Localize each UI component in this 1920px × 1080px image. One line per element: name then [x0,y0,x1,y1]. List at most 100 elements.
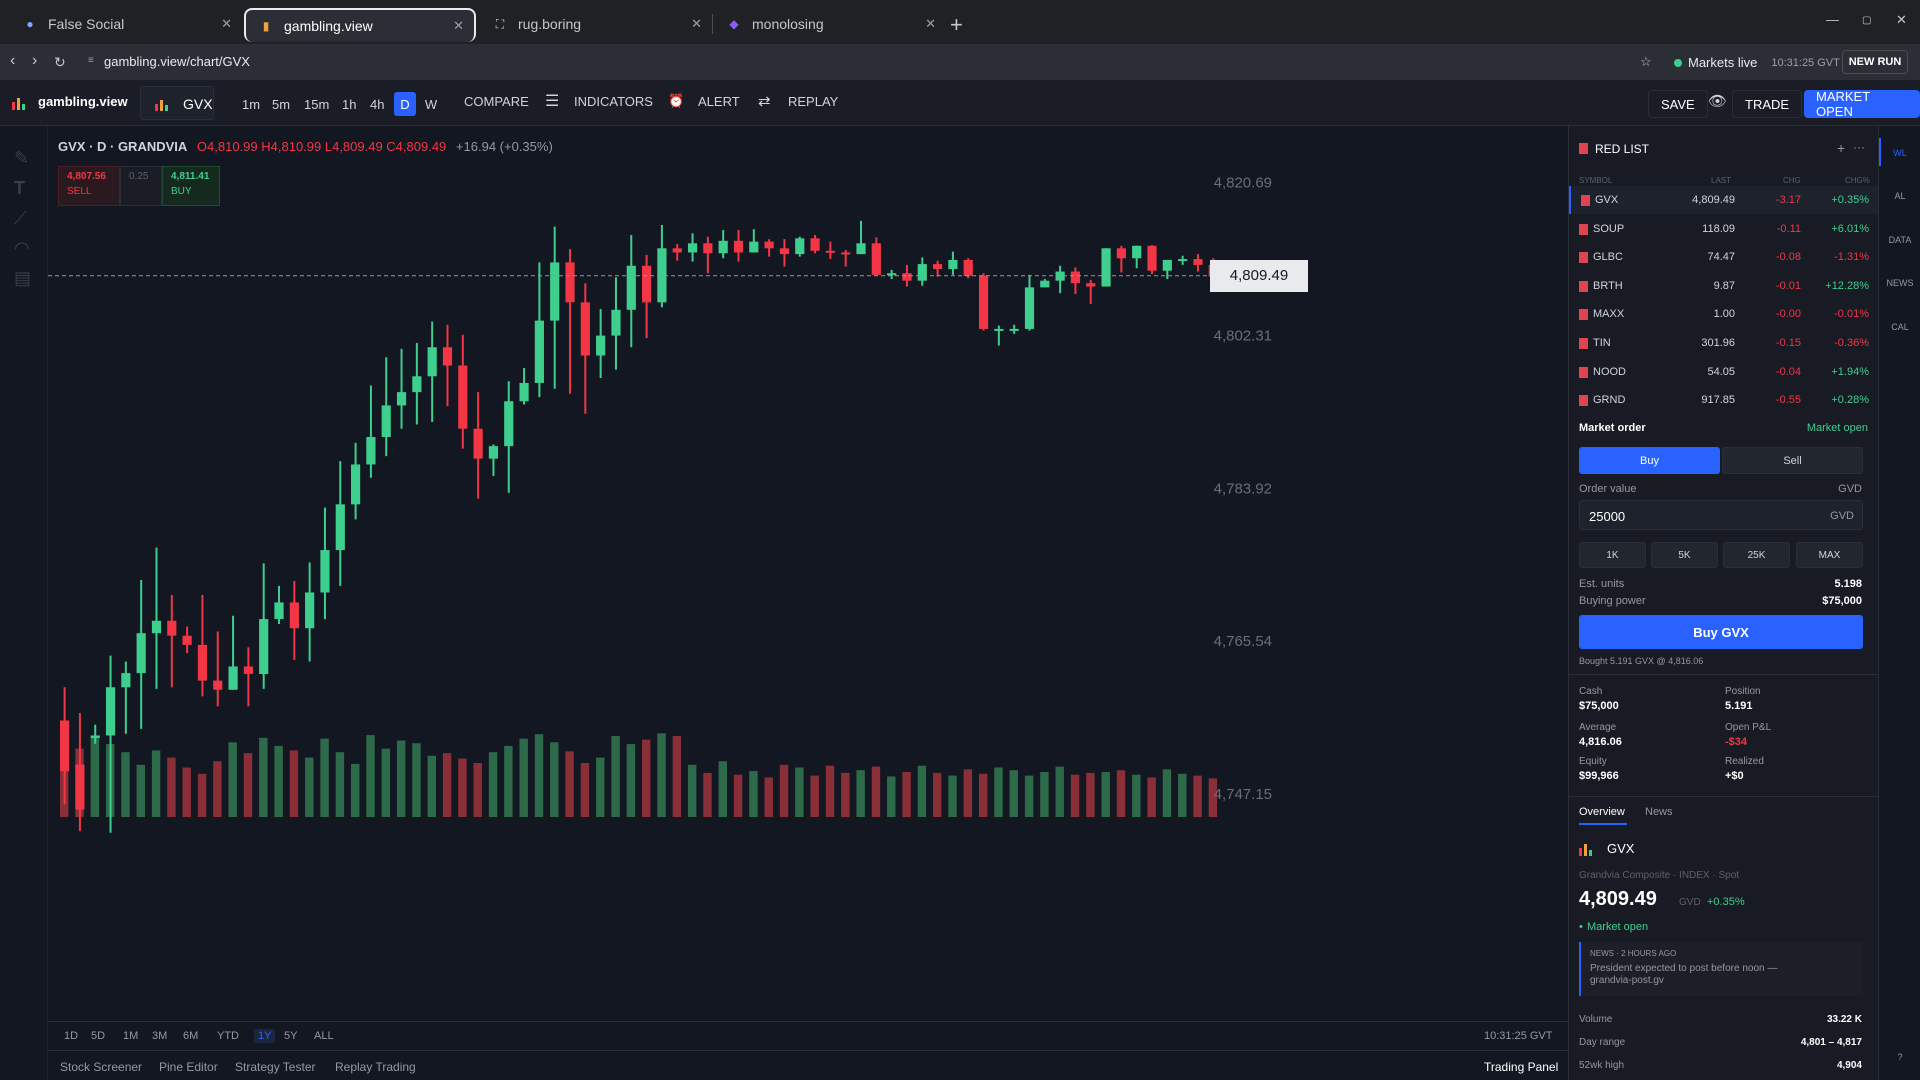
range-5y[interactable]: 5Y [284,1030,297,1042]
ruler-icon[interactable]: ⟋ [14,208,34,228]
chart-panel[interactable]: 4,820.69 4,802.31 4,783.92 4,765.54 4,747.15… [48,126,1568,1021]
order-value-input[interactable]: 25000 GVD [1579,500,1863,530]
sidebar-calendar[interactable]: CAL [1879,322,1920,332]
trading-panel-button[interactable]: Trading Panel [1484,1060,1558,1074]
range-5d[interactable]: 5D [91,1030,105,1042]
quick-5k-button[interactable]: 5K [1651,542,1718,568]
sidebar-alerts[interactable]: AL [1879,191,1920,201]
buy-toggle-button[interactable]: Buy [1579,447,1720,474]
tab-strategy-tester[interactable]: Strategy Tester [235,1060,315,1074]
timeframe-5m[interactable]: 5m [268,92,294,116]
buy-quote-button[interactable]: 4,811.41 BUY [162,166,220,206]
legend-change: +16.94 (+0.35%) [455,139,553,154]
pencil-icon[interactable]: ✎ [14,148,34,168]
watchlist-row[interactable]: NOOD 54.05 -0.04 +1.94% [1569,358,1879,386]
reload-icon[interactable]: ↻ [54,54,66,71]
more-icon[interactable]: ··· [1853,140,1865,154]
tab-label: monolosing [752,16,824,32]
watchlist-title[interactable]: RED LIST [1595,142,1649,156]
brand-name[interactable]: gambling.view [38,94,128,109]
forward-icon[interactable]: › [32,52,37,70]
close-icon[interactable]: ✕ [453,18,464,34]
site-info-icon[interactable]: ≡ [88,55,94,66]
quick-1k-button[interactable]: 1K [1579,542,1646,568]
new-run-button[interactable]: NEW RUN [1842,50,1908,74]
volume-bar [550,742,559,817]
candle-body [274,602,284,620]
candlestick-chart[interactable]: 4,820.69 4,802.31 4,783.92 4,765.54 4,747.15 [48,126,1568,1021]
timeframe-1h[interactable]: 1h [338,92,360,116]
market-open-button[interactable]: MARKET OPEN [1804,89,1920,119]
save-button[interactable]: SAVE [1648,90,1708,118]
range-6m[interactable]: 6M [183,1030,198,1042]
indicators-button[interactable]: INDICATORS [574,94,653,109]
timeframe-d[interactable]: D [394,92,416,116]
volume-bar [305,757,314,817]
close-icon[interactable]: ✕ [925,16,936,32]
tab-monolosing[interactable]: ◆ monolosing ✕ [714,7,946,41]
trade-button[interactable]: TRADE [1732,90,1803,118]
watchlist-row[interactable]: BRTH 9.87 -0.01 +12.28% [1569,272,1879,300]
range-all[interactable]: ALL [314,1030,334,1042]
new-tab-button[interactable]: + [950,12,963,38]
candle-body [381,405,391,438]
watchlist-row[interactable]: SOUP 118.09 -0.11 +6.01% [1569,215,1879,243]
magnet-icon[interactable]: ◠ [14,238,34,258]
sell-quote-button[interactable]: 4,807.56 SELL [58,166,120,206]
tab-label: rug.boring [518,16,582,32]
sidebar-watchlist[interactable]: WL [1879,148,1920,158]
symbol-selector[interactable]: GVX [140,86,214,120]
watchlist-row[interactable]: TIN 301.96 -0.15 -0.36% [1569,329,1879,357]
volume-bar [167,757,176,817]
tab-news[interactable]: News [1645,806,1673,818]
minimize-icon[interactable]: — [1826,12,1839,27]
close-icon[interactable]: ✕ [221,16,232,32]
quick-25k-button[interactable]: 25K [1723,542,1790,568]
submit-buy-button[interactable]: Buy GVX [1579,615,1863,649]
text-tool-icon[interactable]: T [14,178,34,198]
range-3m[interactable]: 3M [152,1030,167,1042]
range-1m[interactable]: 1M [123,1030,138,1042]
maximize-icon[interactable]: ▢ [1862,15,1871,26]
row-symbol: SOUP [1593,222,1625,235]
alert-button[interactable]: ALERT [698,94,740,109]
compare-button[interactable]: COMPARE [464,94,529,109]
tab-gambling-view[interactable]: ▮ gambling.view ✕ [244,8,476,42]
sell-toggle-button[interactable]: Sell [1722,447,1863,474]
watchlist-row[interactable]: MAXX 1.00 -0.00 -0.01% [1569,300,1879,328]
open-pl-value: -$34 [1725,736,1748,748]
tab-false-social[interactable]: ● False Social ✕ [10,7,242,41]
tab-stock-screener[interactable]: Stock Screener [60,1060,142,1074]
sidebar-help[interactable]: ? [1879,1052,1920,1062]
candle-body [1193,259,1203,265]
timeframe-15m[interactable]: 15m [300,92,333,116]
news-card[interactable]: NEWS · 2 HOURS AGO President expected to… [1579,942,1863,996]
tab-overview[interactable]: Overview [1579,806,1625,818]
back-icon[interactable]: ‹ [10,52,15,70]
eye-icon[interactable]: 👁 [1708,92,1727,110]
volume-bar [519,738,528,817]
replay-button[interactable]: REPLAY [788,94,838,109]
trash-icon[interactable]: ▤ [14,268,34,288]
range-ytd[interactable]: YTD [217,1030,239,1042]
quick-max-button[interactable]: MAX [1796,542,1863,568]
close-window-icon[interactable]: ✕ [1896,12,1907,28]
watchlist-row[interactable]: GRND 917.85 -0.55 +0.28% [1569,386,1879,414]
url-field[interactable]: gambling.view/chart/GVX [104,54,250,69]
timeframe-1m[interactable]: 1m [238,92,264,116]
sidebar-news[interactable]: NEWS [1879,278,1920,288]
watchlist-row[interactable]: GLBC 74.47 -0.08 -1.31% [1569,243,1879,271]
range-1d[interactable]: 1D [64,1030,78,1042]
add-symbol-icon[interactable]: + [1837,140,1845,156]
timeframe-w[interactable]: W [420,92,442,116]
sidebar-data[interactable]: DATA [1879,235,1920,245]
timeframe-4h[interactable]: 4h [366,92,388,116]
order-title: Market order [1579,422,1646,434]
tab-rug-boring[interactable]: ⛶ rug.boring ✕ [480,7,712,41]
watchlist-row[interactable]: GVX 4,809.49 -3.17 +0.35% [1569,186,1879,214]
bookmark-star-icon[interactable]: ☆ [1640,54,1652,70]
close-icon[interactable]: ✕ [691,16,702,32]
tab-pine-editor[interactable]: Pine Editor [159,1060,218,1074]
range-1y[interactable]: 1Y [254,1029,276,1043]
tab-replay-trading[interactable]: Replay Trading [335,1060,416,1074]
